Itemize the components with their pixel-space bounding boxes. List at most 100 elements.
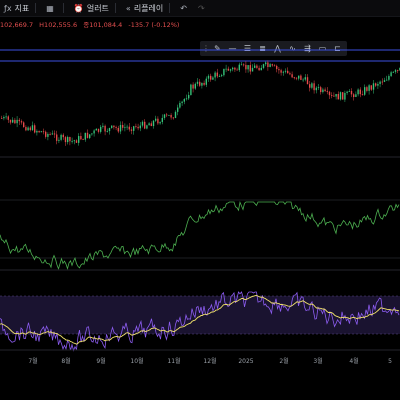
candle [287, 70, 289, 74]
candle [141, 121, 144, 126]
alert-button[interactable]: ⏰ 얼러트 [74, 3, 109, 14]
candle [194, 83, 196, 89]
candle [348, 91, 350, 92]
candle [45, 131, 47, 137]
time-axis-label: 10월 [130, 357, 143, 365]
candle [368, 85, 370, 91]
time-axis-label: 8월 [61, 357, 70, 365]
candle [293, 77, 295, 79]
candle [58, 139, 60, 141]
candle [190, 84, 192, 96]
candle [181, 101, 183, 103]
candle [328, 91, 331, 96]
candle [249, 65, 251, 72]
candle [232, 67, 234, 70]
candle [392, 71, 394, 73]
candle [317, 87, 320, 89]
candle [128, 126, 130, 130]
alert-clock-icon: ⏰ [73, 3, 84, 13]
candle [100, 126, 102, 132]
candle [267, 62, 269, 68]
indicator-pane [0, 199, 400, 271]
candle [262, 64, 265, 68]
candle [251, 67, 254, 72]
toolbar-divider [62, 3, 64, 13]
candle [126, 126, 128, 128]
candle [29, 127, 31, 131]
candle [339, 92, 342, 100]
candle [130, 129, 133, 131]
time-axis-label: 9월 [96, 357, 105, 365]
candle [240, 64, 243, 66]
time-axis-label: 5 [388, 358, 392, 365]
candle [133, 126, 135, 131]
candle [56, 134, 58, 141]
candle [207, 75, 210, 79]
candle [203, 82, 205, 85]
ohlc-low: 종101,084.4 [83, 21, 123, 29]
candle [271, 64, 273, 66]
candle [284, 70, 287, 72]
candle [379, 81, 381, 84]
candle [306, 77, 309, 85]
candle [245, 64, 247, 70]
rsi-band [0, 296, 400, 334]
ohlc-change: -135.7 (-0.12%) [128, 21, 180, 29]
candle [269, 64, 271, 68]
alert-label: 얼러트 [86, 3, 109, 13]
candle [47, 133, 49, 137]
candle [117, 127, 119, 132]
undo-icon: ↶ [180, 3, 187, 13]
candle [350, 91, 353, 95]
time-axis[interactable]: 7월 8월 9월 10월 11월 12월 2025 2월 3월 4월 5 [28, 357, 392, 365]
candle [366, 87, 368, 91]
candle [122, 124, 124, 128]
candle [89, 134, 91, 138]
candle [320, 87, 322, 93]
candle [27, 127, 29, 131]
candle [82, 139, 84, 141]
candle [124, 127, 126, 129]
candle [289, 73, 291, 75]
replay-button[interactable]: « 리플레이 [126, 3, 163, 14]
toolbar-divider [35, 3, 37, 13]
candle [196, 81, 199, 84]
layout-button[interactable]: ▦ [46, 4, 57, 13]
time-axis-label: 11월 [167, 357, 180, 365]
candle [25, 127, 27, 131]
indicators-button[interactable]: ƒx 지표 [4, 3, 29, 14]
ohlc-open: 102,669.7 [0, 21, 34, 29]
candle [309, 84, 311, 88]
candle [300, 75, 302, 80]
candle [370, 85, 372, 90]
undo-button[interactable]: ↶ [180, 4, 190, 13]
candle [62, 134, 64, 138]
ohlc-legend: 102,669.7 H102,555.6 종101,084.4 -135.7 (… [0, 19, 183, 30]
candle [260, 67, 262, 71]
candle [342, 92, 344, 100]
candle [42, 131, 45, 133]
candle [20, 121, 23, 123]
top-toolbar: ƒx 지표 ▦ ⏰ 얼러트 « 리플레이 ↶ ↷ [0, 0, 400, 17]
candle [84, 132, 86, 140]
candle [71, 141, 73, 142]
candle [324, 89, 326, 91]
candle [51, 133, 53, 135]
candle [97, 128, 100, 132]
chart-canvas[interactable]: 7월 8월 9월 10월 11월 12월 2025 2월 3월 4월 5 [0, 30, 400, 400]
redo-button[interactable]: ↷ [198, 4, 208, 13]
candle [188, 95, 190, 99]
candle [364, 87, 366, 95]
candle [80, 136, 82, 140]
candle [148, 123, 150, 126]
candle [315, 87, 317, 91]
time-axis-label: 12월 [203, 357, 216, 365]
time-axis-label: 2025 [238, 358, 253, 365]
candle [397, 70, 399, 71]
candle [225, 68, 227, 70]
candle [236, 69, 238, 71]
candle [295, 77, 298, 79]
replay-label: 리플레이 [133, 3, 164, 13]
candle [3, 117, 5, 119]
candle [31, 125, 34, 131]
